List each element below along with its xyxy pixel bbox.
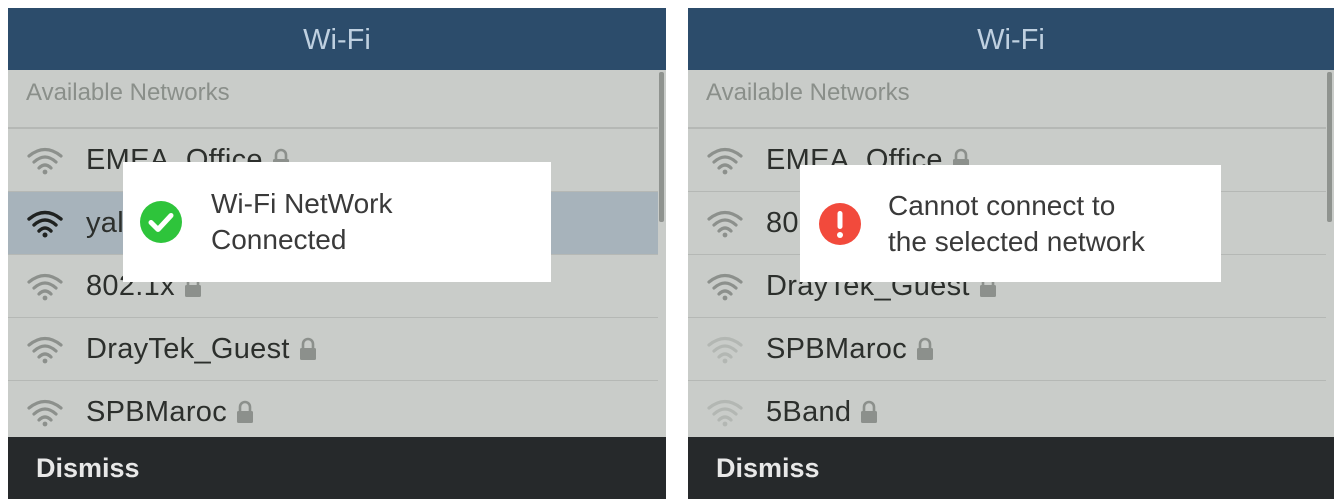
wifi-icon <box>707 273 743 301</box>
error-circle-icon <box>819 202 861 245</box>
lock-icon <box>299 337 316 360</box>
network-name: SPBMaroc <box>86 395 227 428</box>
network-name: 5Band <box>766 395 852 428</box>
toast-message: Wi-Fi NetWork Connected <box>211 186 392 258</box>
title-bar: Wi-Fi <box>688 8 1334 70</box>
check-circle-icon <box>140 201 182 243</box>
toast-line-2: Connected <box>211 224 347 255</box>
network-row-spbmaroc[interactable]: SPBMaroc <box>8 381 658 444</box>
network-row-draytek-guest[interactable]: DrayTek_Guest <box>8 318 658 381</box>
wifi-icon <box>707 210 743 238</box>
wifi-screen-error: Wi-Fi Available Networks EMEA_Office 80 <box>688 8 1334 499</box>
section-header: Available Networks <box>8 70 658 129</box>
toast-message: Cannot connect to the selected network <box>888 188 1145 260</box>
dismiss-button[interactable]: Dismiss <box>716 437 820 499</box>
toast-line-2: the selected network <box>888 225 1145 257</box>
lock-icon <box>237 400 253 423</box>
section-header: Available Networks <box>688 70 1326 129</box>
toast-line-1: Cannot connect to <box>888 189 1116 221</box>
dismiss-button[interactable]: Dismiss <box>36 437 140 499</box>
network-name: DrayTek_Guest <box>86 332 290 365</box>
network-row-5band[interactable]: 5Band <box>688 381 1326 444</box>
wifi-icon <box>707 336 743 364</box>
wifi-icon <box>27 399 63 427</box>
scrollbar[interactable] <box>1327 72 1332 222</box>
wifi-icon <box>27 336 63 364</box>
wifi-icon <box>27 273 63 301</box>
lock-icon <box>861 400 878 423</box>
network-name: 80 <box>766 206 799 239</box>
lock-icon <box>917 337 933 360</box>
toast-line-1: Wi-Fi NetWork <box>211 188 393 219</box>
title-bar: Wi-Fi <box>8 8 666 70</box>
success-toast: Wi-Fi NetWork Connected <box>123 162 551 282</box>
wifi-screen-connected: Wi-Fi Available Networks EMEA_Office yal <box>8 8 666 499</box>
softkey-bar: Dismiss <box>8 437 666 499</box>
network-name: yal <box>86 206 124 239</box>
softkey-bar: Dismiss <box>688 437 1334 499</box>
wifi-icon <box>707 147 743 175</box>
error-toast: Cannot connect to the selected network <box>800 165 1221 282</box>
wifi-icon <box>27 147 63 175</box>
wifi-icon <box>707 399 743 427</box>
network-name: SPBMaroc <box>766 332 907 365</box>
wifi-icon <box>27 210 63 238</box>
network-row-spbmaroc[interactable]: SPBMaroc <box>688 318 1326 381</box>
scrollbar[interactable] <box>659 72 664 222</box>
